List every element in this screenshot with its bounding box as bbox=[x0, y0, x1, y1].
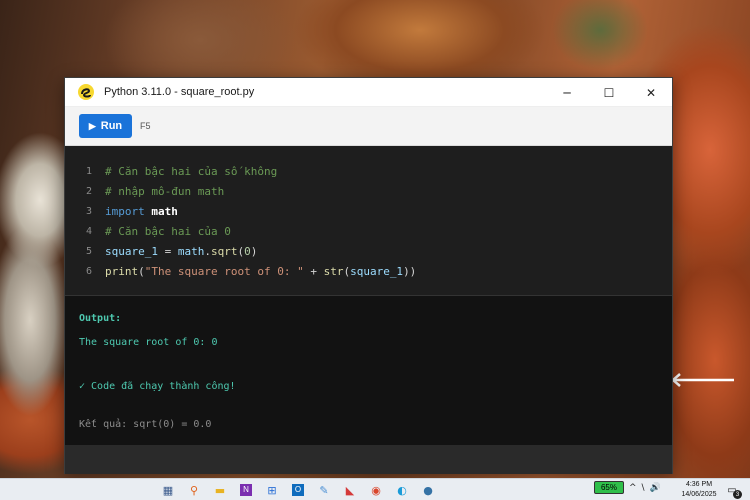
maximize-button[interactable]: ☐ bbox=[588, 78, 630, 107]
code-line: 6 print("The square root of 0: " + str(s… bbox=[65, 261, 672, 281]
code-comment: # Căn bậc hai của 0 bbox=[105, 224, 231, 238]
code-keyword: import bbox=[105, 204, 145, 218]
python-editor-window: Python 3.11.0 - square_root.py ─ ☐ ✕ ▶ R… bbox=[64, 77, 673, 474]
success-message: ✓ Code đã chạy thành công! bbox=[79, 381, 236, 392]
notification-center-icon[interactable]: ▭ 3 bbox=[724, 482, 742, 499]
code-paren: ( bbox=[343, 264, 351, 278]
code-line: 2 # nhập mô-đun math bbox=[65, 181, 672, 201]
system-tray: 65% ^ \ 🔊 bbox=[594, 481, 661, 494]
run-button-label: Run bbox=[100, 120, 123, 132]
chrome-icon[interactable]: ◉ bbox=[365, 481, 387, 499]
line-number: 6 bbox=[85, 265, 92, 277]
code-line: 5 square_1 = math. sqrt(0) bbox=[65, 241, 672, 261]
code-paren: ) bbox=[250, 244, 258, 258]
output-label: Output: bbox=[79, 313, 122, 324]
file-explorer-icon[interactable]: ▬ bbox=[209, 481, 231, 499]
toolbar: ▶ Run F5 bbox=[65, 107, 672, 146]
clock[interactable]: 4:36 PM 14/06/2025 bbox=[680, 480, 718, 500]
code-module: math bbox=[151, 204, 178, 218]
line-number: 5 bbox=[85, 245, 92, 257]
code-editor[interactable]: 1 # Căn bậc hai của số không 2 # nhập mô… bbox=[65, 146, 672, 295]
calculator-icon[interactable]: ▦ bbox=[157, 481, 179, 499]
line-number: 4 bbox=[85, 225, 92, 237]
code-function: str bbox=[323, 264, 344, 278]
store-icon[interactable]: ⊞ bbox=[261, 481, 283, 499]
network-icon[interactable]: \ bbox=[642, 483, 645, 493]
photos-icon[interactable]: ◣ bbox=[339, 481, 361, 499]
code-paren: ( bbox=[138, 264, 145, 278]
clock-date: 14/06/2025 bbox=[681, 491, 717, 498]
clock-time: 4:36 PM bbox=[685, 481, 713, 488]
code-operator: + bbox=[303, 264, 324, 278]
edge-icon[interactable]: ◐ bbox=[391, 481, 413, 499]
minimize-button[interactable]: ─ bbox=[546, 78, 588, 107]
search-icon[interactable]: ⚲ bbox=[183, 481, 205, 499]
run-shortcut-hint: F5 bbox=[140, 121, 151, 131]
code-comment: # nhập mô-đun math bbox=[105, 184, 225, 198]
code-line: 4 # Căn bậc hai của 0 bbox=[65, 221, 672, 241]
code-function: print bbox=[105, 264, 139, 278]
output-panel: Output: The square root of 0: 0 ✓ Code đ… bbox=[65, 295, 672, 445]
battery-indicator[interactable]: 65% bbox=[594, 481, 624, 494]
line-number: 3 bbox=[85, 205, 92, 217]
code-paren: )) bbox=[403, 264, 417, 278]
close-button[interactable]: ✕ bbox=[630, 78, 672, 107]
outlook-icon[interactable]: O bbox=[287, 481, 309, 499]
title-bar: Python 3.11.0 - square_root.py ─ ☐ ✕ bbox=[65, 78, 672, 107]
result-summary: Kết quả: sqrt(0) = 0.0 bbox=[79, 419, 212, 430]
line-number: 2 bbox=[85, 185, 92, 197]
chevron-up-icon[interactable]: ^ bbox=[629, 483, 637, 493]
window-title: Python 3.11.0 - square_root.py bbox=[104, 86, 255, 98]
code-number: 0 bbox=[244, 244, 251, 258]
output-line: The square root of 0: 0 bbox=[79, 337, 218, 348]
volume-icon[interactable]: 🔊 bbox=[650, 483, 661, 493]
python-snake-icon bbox=[78, 84, 94, 100]
code-variable: square_1 bbox=[105, 244, 158, 258]
onenote-icon[interactable]: N bbox=[235, 481, 257, 499]
status-bar bbox=[65, 445, 672, 474]
code-object: math bbox=[177, 244, 205, 258]
notepad-icon[interactable]: ✎ bbox=[313, 481, 335, 499]
code-dot: . bbox=[204, 244, 211, 258]
code-line: 1 # Căn bậc hai của số không bbox=[65, 161, 672, 181]
code-operator: = bbox=[157, 244, 178, 258]
line-number: 1 bbox=[85, 165, 92, 177]
run-button[interactable]: ▶ Run bbox=[79, 114, 132, 138]
play-icon: ▶ bbox=[88, 120, 96, 131]
notification-badge: 3 bbox=[733, 490, 742, 499]
code-comment: # Căn bậc hai của số không bbox=[105, 164, 278, 178]
code-function: sqrt bbox=[210, 244, 238, 258]
arrow-left-icon bbox=[671, 373, 734, 387]
code-line: 3 import math bbox=[65, 201, 672, 221]
taskbar: ▦ ⚲ ▬ N ⊞ O ✎ ◣ ◉ ◐ ● 65% ^ \ 🔊 4:36 PM … bbox=[0, 478, 750, 500]
python-icon[interactable]: ● bbox=[417, 481, 439, 499]
code-variable: square_1 bbox=[350, 264, 404, 278]
code-paren: ( bbox=[237, 244, 245, 258]
code-string: "The square root of 0: " bbox=[144, 264, 304, 278]
